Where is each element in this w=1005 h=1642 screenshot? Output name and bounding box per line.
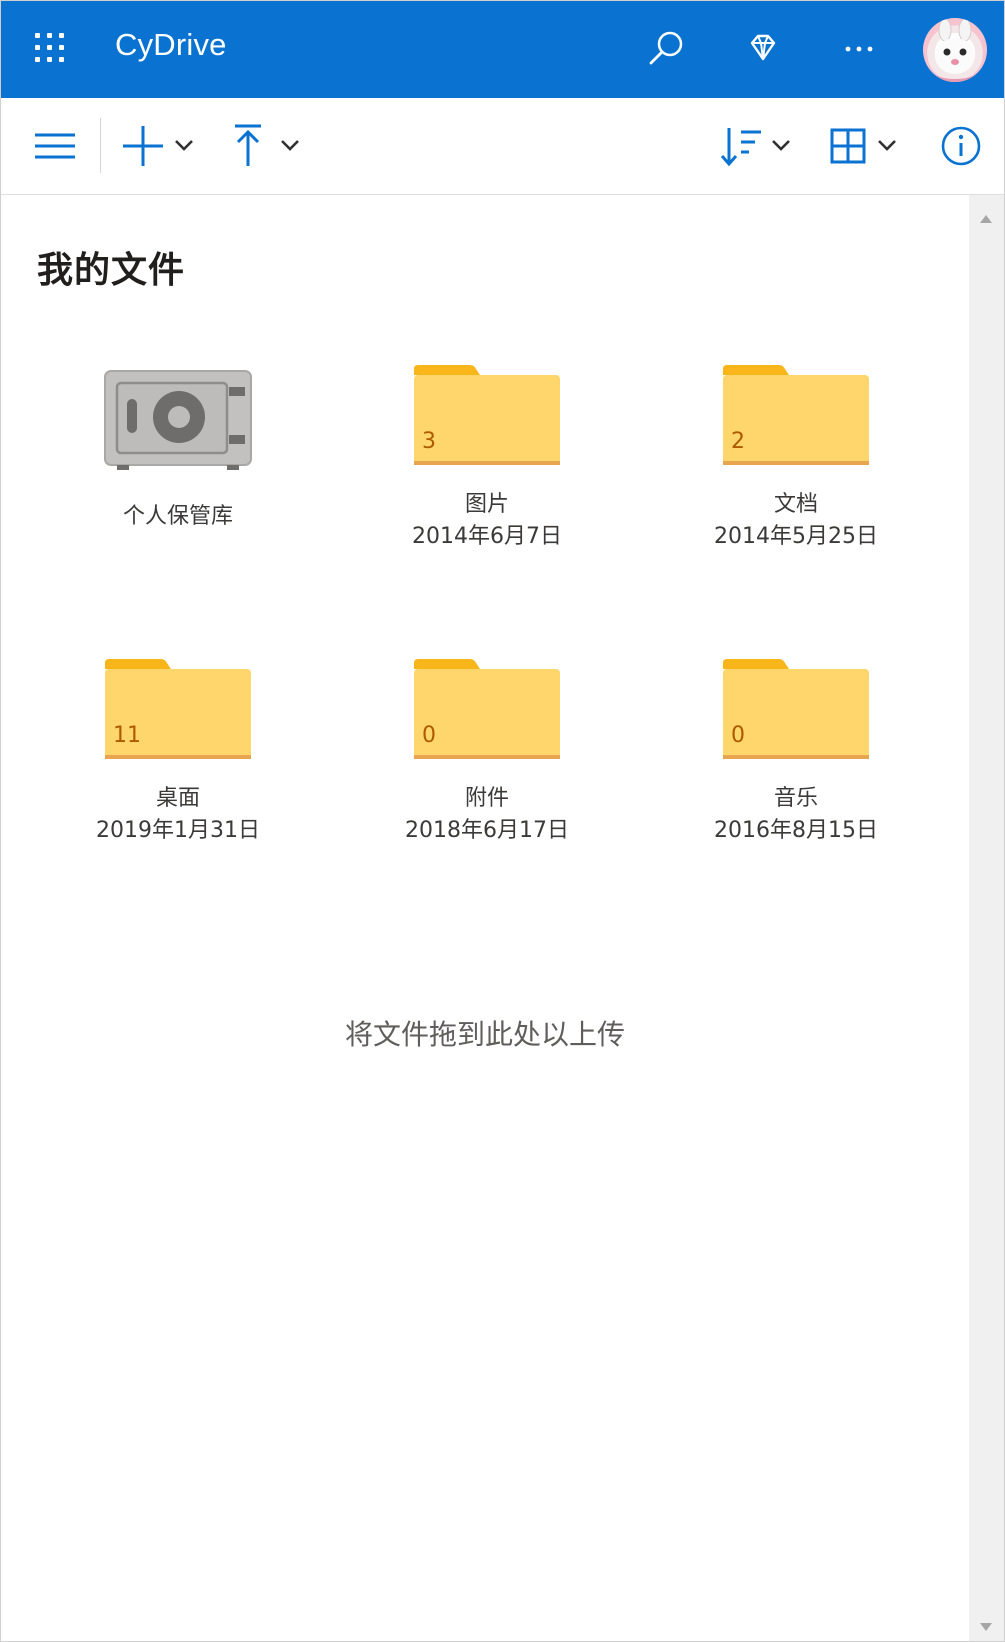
vault-icon xyxy=(103,367,253,477)
tile-name: 文档 xyxy=(773,492,818,517)
tile-personal-vault[interactable]: 个人保管库 xyxy=(38,367,318,533)
tile-folder-attachments[interactable]: 0 附件 2018年6月17日 xyxy=(347,657,627,847)
tile-name: 个人保管库 xyxy=(122,504,233,529)
folder-icon: 2 xyxy=(721,363,871,473)
tile-folder-pictures[interactable]: 3 图片 2014年6月7日 xyxy=(347,363,627,553)
app-window: CyDrive 我的文件 个人保管库 3 图片 2014年6月7日 2 文档 2… xyxy=(0,0,1005,1642)
item-count: 2 xyxy=(731,429,745,454)
tile-folder-desktop[interactable]: 11 桌面 2019年1月31日 xyxy=(38,657,318,847)
tile-name: 图片 xyxy=(464,492,509,517)
sort-icon[interactable] xyxy=(720,120,797,172)
tile-name: 桌面 xyxy=(155,786,200,811)
folder-icon: 0 xyxy=(412,657,562,767)
item-count: 11 xyxy=(113,723,141,748)
tile-date: 2016年8月15日 xyxy=(714,818,878,843)
tile-date: 2014年6月7日 xyxy=(412,524,562,549)
folder-icon: 3 xyxy=(412,363,562,473)
tile-date: 2018年6月17日 xyxy=(405,818,569,843)
folder-icon: 11 xyxy=(103,657,253,767)
avatar[interactable] xyxy=(923,18,987,82)
scroll-up-icon[interactable] xyxy=(979,209,993,223)
toolbar-divider xyxy=(100,118,101,173)
app-launcher-icon[interactable] xyxy=(35,33,69,67)
folder-icon: 0 xyxy=(721,657,871,767)
tile-name: 音乐 xyxy=(773,786,818,811)
search-icon[interactable] xyxy=(641,23,693,75)
tile-folder-music[interactable]: 0 音乐 2016年8月15日 xyxy=(656,657,936,847)
files-content: 我的文件 个人保管库 3 图片 2014年6月7日 2 文档 2014年5月25… xyxy=(1,195,969,1641)
tile-folder-documents[interactable]: 2 文档 2014年5月25日 xyxy=(656,363,936,553)
premium-diamond-icon[interactable] xyxy=(737,23,789,75)
menu-icon[interactable] xyxy=(33,120,77,172)
tile-date: 2014年5月25日 xyxy=(714,524,878,549)
page-title: 我的文件 xyxy=(37,250,186,291)
item-count: 0 xyxy=(422,723,436,748)
drop-hint: 将文件拖到此处以上传 xyxy=(344,1018,625,1051)
scroll-down-icon[interactable] xyxy=(979,1617,993,1631)
item-count: 3 xyxy=(422,429,436,454)
command-bar xyxy=(1,98,1004,195)
vertical-scrollbar[interactable] xyxy=(969,195,1004,1641)
tile-date: 2019年1月31日 xyxy=(96,818,260,843)
app-title[interactable]: CyDrive xyxy=(115,27,227,63)
new-plus-icon[interactable] xyxy=(123,120,199,172)
info-icon[interactable] xyxy=(935,120,987,172)
view-grid-icon[interactable] xyxy=(829,120,905,172)
tile-name: 附件 xyxy=(464,786,509,811)
more-icon[interactable] xyxy=(833,23,885,75)
app-header: CyDrive xyxy=(1,1,1004,98)
item-count: 0 xyxy=(731,723,745,748)
upload-arrow-icon[interactable] xyxy=(233,120,305,172)
